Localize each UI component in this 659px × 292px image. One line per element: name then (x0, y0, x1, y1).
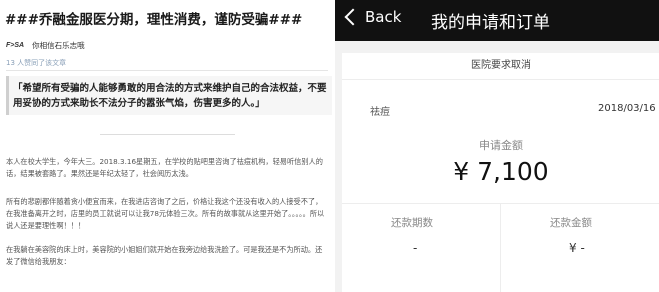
likes-count: 13 人赞同了该文章 (6, 59, 67, 67)
article-paragraph: 本人在校大学生，今年大三。2018.3.16星期五，在学校的贴吧里咨询了祛痘机构… (6, 157, 323, 178)
divider (500, 203, 501, 292)
chevron-left-icon (344, 8, 362, 26)
amount-value: ¥ 7,100 (453, 157, 549, 186)
divider (6, 70, 328, 71)
author-row[interactable]: F>SA 你相信石乐志哦 (6, 40, 85, 51)
periods-value: - (413, 241, 418, 255)
repay-value: ¥ - (569, 241, 585, 255)
periods-label: 还款期数 (391, 217, 433, 229)
article-title: ###乔融金服医分期，理性消费，谨防受骗### (5, 12, 303, 28)
article-paragraph: 在我躺在美容院的床上时，美容院的小姐姐们就开始在我旁边给我洗脸了。可是我还是不为… (6, 245, 323, 266)
divider (100, 134, 235, 135)
back-label: Back (365, 8, 402, 26)
author-name[interactable]: 你相信石乐志哦 (32, 40, 85, 51)
order-date: 2018/03/16 (598, 103, 656, 114)
article-panel: ###乔融金服医分期，理性消费，谨防受骗### F>SA 你相信石乐志哦 13 … (0, 0, 332, 292)
amount-label: 申请金额 (479, 139, 523, 152)
nav-bar: Back 我的申请和订单 (335, 0, 659, 41)
status-banner: 医院要求取消 (342, 53, 659, 80)
phone-screen: Back 我的申请和订单 医院要求取消 祛痘 2018/03/16 申请金额 ¥… (335, 0, 659, 292)
page-title: 我的申请和订单 (431, 13, 550, 33)
article-quote: 「希望所有受骗的人能够勇敢的用合法的方式来维护自己的合法权益，不要用妥协的方式来… (6, 76, 332, 115)
author-avatar[interactable]: F>SA (6, 42, 24, 49)
repay-label: 还款金额 (550, 217, 592, 229)
service-name: 祛痘 (370, 107, 390, 118)
article-paragraph: 所有的悲剧都伴随着贪小便宜而来，在我进店咨询了之后，价格让我这个还没有收入的人接… (6, 197, 325, 230)
back-button[interactable]: Back (343, 8, 401, 26)
order-card[interactable]: 医院要求取消 祛痘 2018/03/16 申请金额 ¥ 7,100 还款期数 -… (342, 53, 659, 292)
